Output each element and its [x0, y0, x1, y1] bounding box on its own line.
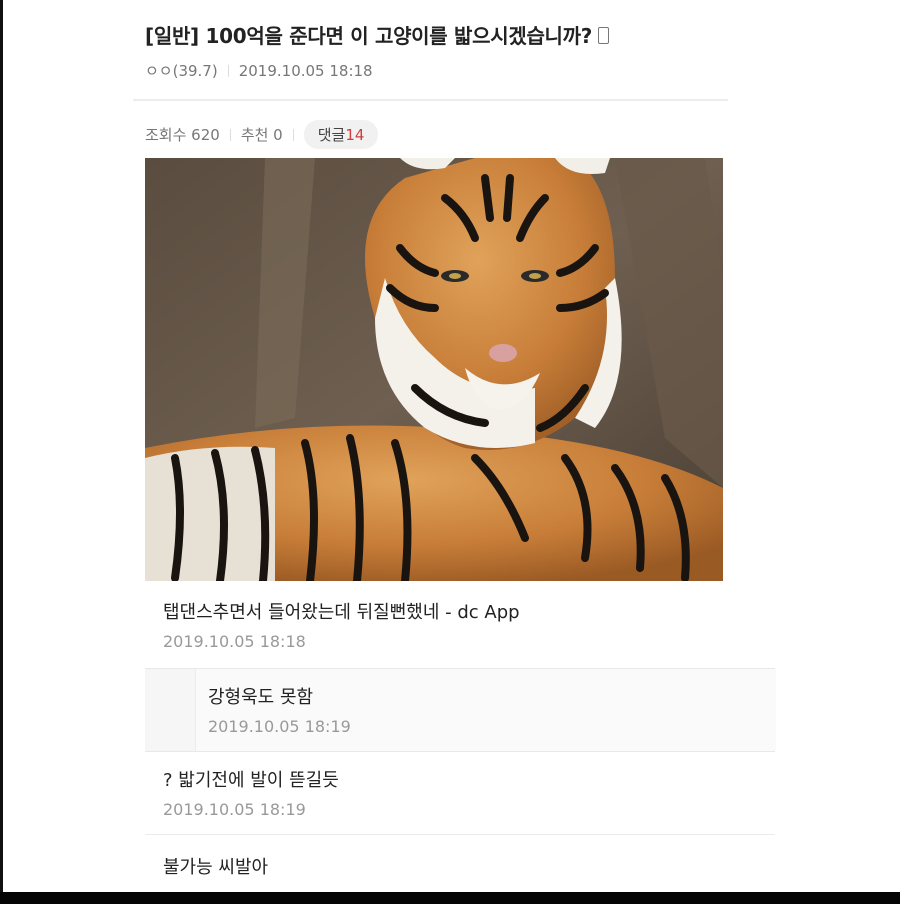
comment-text: ? 밟기전에 발이 뜯길듯: [163, 770, 339, 791]
mobile-phone-icon: [598, 27, 610, 44]
comment-item: 불가능 씨발아: [163, 853, 268, 879]
reply-item: 강형욱도 못함 2019.10.05 18:19: [208, 683, 351, 736]
post-stats: 조회수 620 추천 0 댓글14: [145, 120, 379, 149]
post-author[interactable]: ㅇㅇ(39.7): [145, 62, 218, 80]
comment-count-number: 14: [345, 126, 365, 144]
meta-separator: [227, 65, 229, 77]
post-title: [일반] 100억을 준다면 이 고양이를 밟으시겠습니까?: [145, 20, 610, 49]
comment-item: ? 밟기전에 발이 뜯길듯 2019.10.05 18:19: [163, 766, 339, 819]
post-title-text: [일반] 100억을 준다면 이 고양이를 밟으시겠습니까?: [145, 24, 593, 48]
post-meta: ㅇㅇ(39.7) 2019.10.05 18:18: [145, 60, 373, 81]
comment-item: 탭댄스추면서 들어왔는데 뒤질뻔했네 - dc App 2019.10.05 1…: [163, 598, 520, 651]
post-image-tiger: [145, 158, 723, 581]
view-count: 조회수 620: [145, 126, 220, 144]
comment-text: 탭댄스추면서 들어왔는데 뒤질뻔했네 - dc App: [163, 602, 520, 623]
comment-date: 2019.10.05 18:18: [163, 632, 306, 651]
comment-count-label: 댓글: [317, 126, 346, 144]
comment-text: 불가능 씨발아: [163, 857, 269, 878]
header-divider: [133, 99, 728, 101]
stats-separator: [292, 128, 294, 141]
comment-divider: [145, 834, 775, 835]
comment-count-button[interactable]: 댓글14: [303, 120, 379, 149]
post-datetime: 2019.10.05 18:18: [238, 62, 373, 80]
stats-separator: [229, 128, 231, 141]
comment-date: 2019.10.05 18:19: [208, 717, 351, 736]
comment-date: 2019.10.05 18:19: [163, 800, 306, 819]
recommend-count: 추천 0: [240, 126, 283, 144]
bottom-edge-bar: [0, 892, 900, 904]
comment-text: 강형욱도 못함: [208, 687, 314, 708]
left-edge-border: [0, 0, 3, 904]
